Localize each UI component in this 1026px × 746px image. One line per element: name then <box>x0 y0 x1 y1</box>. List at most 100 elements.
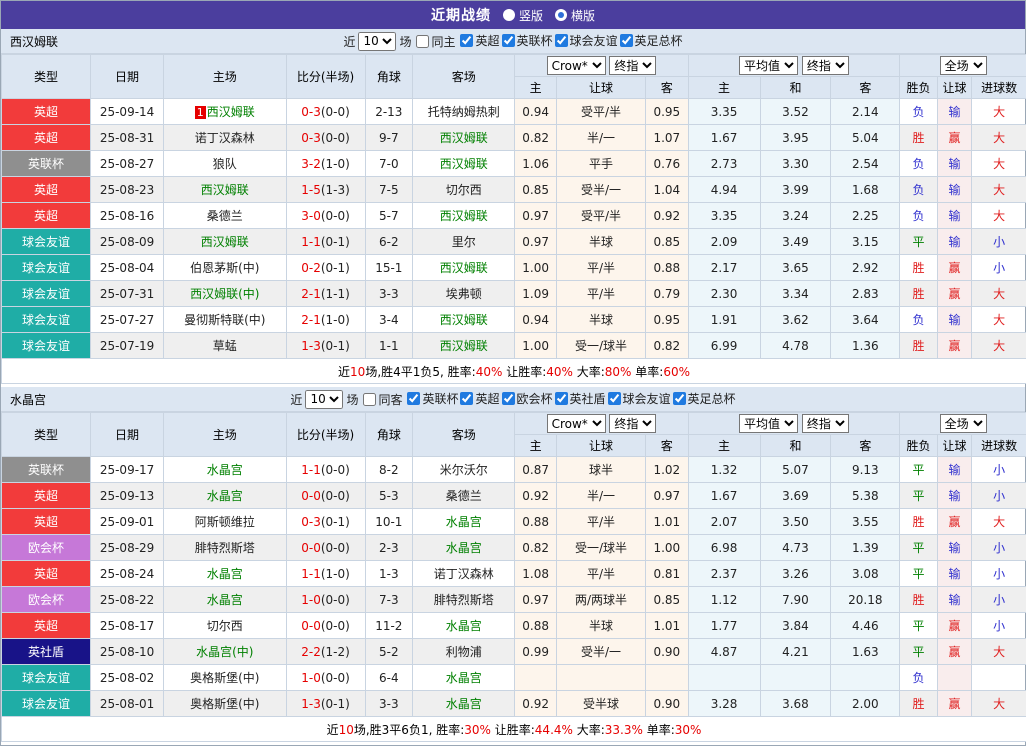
league-filter-checkbox[interactable]: 球会友谊 <box>608 390 671 407</box>
fulltime-score: 1-1 <box>301 235 321 249</box>
average-odds-select[interactable]: 平均值 <box>739 414 798 433</box>
away-team-name: 西汉姆联 <box>440 313 488 327</box>
avg-odds-draw: 3.50 <box>760 509 831 535</box>
near-count-select[interactable]: 10 <box>305 390 343 409</box>
table-row: 球会友谊25-08-04伯恩茅斯(中)0-2(0-1)15-1西汉姆联1.00平… <box>2 255 1026 281</box>
avg-odds-home: 4.87 <box>688 639 760 665</box>
handicap-odds-home: 0.94 <box>515 99 557 125</box>
bookmaker-select[interactable]: Crow* <box>547 414 606 433</box>
odds-stage-select[interactable]: 终指 <box>609 414 656 433</box>
match-date: 25-08-09 <box>91 229 164 255</box>
league-checkbox-input[interactable] <box>407 392 420 405</box>
avg-odds-away: 9.13 <box>831 457 900 483</box>
away-team: 水晶宫 <box>413 665 515 691</box>
radio-icon <box>503 9 515 21</box>
halftime-score: (0-1) <box>321 235 350 249</box>
odds-stage-select[interactable]: 终指 <box>609 56 656 75</box>
scope-select[interactable]: 全场 <box>940 56 987 75</box>
type-badge: 球会友谊 <box>2 255 91 281</box>
layout-radio-vertical[interactable]: 竖版 <box>503 7 543 24</box>
average-stage-select[interactable]: 终指 <box>802 414 849 433</box>
handicap-odds-away: 0.95 <box>646 307 689 333</box>
layout-radio-horizontal[interactable]: 横版 <box>555 7 595 24</box>
corner-count: 1-3 <box>365 561 413 587</box>
goals-result: 小 <box>972 457 1026 483</box>
league-filter-checkbox[interactable]: 英社盾 <box>555 390 606 407</box>
away-team: 西汉姆联 <box>413 255 515 281</box>
handicap-result: 赢 <box>937 639 971 665</box>
league-checkbox-input[interactable] <box>608 392 621 405</box>
goals-result: 大 <box>972 203 1026 229</box>
corner-count: 3-3 <box>365 691 413 717</box>
scope-select[interactable]: 全场 <box>940 414 987 433</box>
avg-odds-away <box>831 665 900 691</box>
handicap-line: 半/一 <box>556 125 645 151</box>
col-date: 日期 <box>91 413 164 457</box>
league-checkbox-input[interactable] <box>502 392 515 405</box>
league-checkbox-input[interactable] <box>673 392 686 405</box>
fulltime-score: 0-2 <box>301 261 321 275</box>
summary-row: 近10场,胜3平6负1, 胜率:30% 让胜率:44.4% 大率:33.3% 单… <box>2 717 1026 742</box>
same-venue-checkbox-input[interactable] <box>363 393 376 406</box>
match-date: 25-07-19 <box>91 333 164 359</box>
handicap-line: 受一/球半 <box>556 333 645 359</box>
home-team: 奥格斯堡(中) <box>164 691 287 717</box>
league-filter-checkbox[interactable]: 英足总杯 <box>673 390 736 407</box>
home-team-name: 水晶宫 <box>207 489 243 503</box>
table-row: 英超25-09-141西汉姆联0-3(0-0)2-13托特纳姆热刺0.94受平/… <box>2 99 1026 125</box>
table-row: 英超25-08-24水晶宫1-1(1-0)1-3诺丁汉森林1.08平/半0.81… <box>2 561 1026 587</box>
handicap-odds-away: 1.01 <box>646 613 689 639</box>
bookmaker-select[interactable]: Crow* <box>547 56 606 75</box>
col-home: 主场 <box>164 413 287 457</box>
handicap-odds-home: 0.92 <box>515 691 557 717</box>
away-team-name: 西汉姆联 <box>440 157 488 171</box>
handicap-result: 输 <box>937 203 971 229</box>
home-team: 水晶宫 <box>164 483 287 509</box>
league-label: 欧会杯 <box>517 390 553 407</box>
away-team: 切尔西 <box>413 177 515 203</box>
league-checkbox-input[interactable] <box>460 34 473 47</box>
corner-count: 1-1 <box>365 333 413 359</box>
avg-odds-away: 2.54 <box>831 151 900 177</box>
league-filter-checkbox[interactable]: 英足总杯 <box>620 32 683 49</box>
col-corner: 角球 <box>365 55 413 99</box>
average-stage-select[interactable]: 终指 <box>802 56 849 75</box>
handicap-odds-away: 1.01 <box>646 509 689 535</box>
same-venue-checkbox[interactable]: 同主 <box>416 33 455 50</box>
league-checkbox-input[interactable] <box>620 34 633 47</box>
league-filter-checkbox[interactable]: 英超 <box>460 32 499 49</box>
league-label: 英超 <box>475 32 499 49</box>
handicap-odds-home: 1.09 <box>515 281 557 307</box>
fulltime-score: 1-0 <box>301 671 321 685</box>
league-checkbox-input[interactable] <box>502 34 515 47</box>
fulltime-score: 0-0 <box>301 489 321 503</box>
league-checkbox-input[interactable] <box>555 392 568 405</box>
subcol-avg-away: 客 <box>831 435 900 457</box>
halftime-score: (0-0) <box>321 619 350 633</box>
league-filter-checkbox[interactable]: 球会友谊 <box>555 32 618 49</box>
score: 0-3(0-0) <box>286 125 365 151</box>
handicap-group-header: Crow* 终指 <box>515 413 688 435</box>
league-filter-checkbox[interactable]: 英超 <box>460 390 499 407</box>
avg-odds-home: 1.12 <box>688 587 760 613</box>
league-filter-checkbox[interactable]: 欧会杯 <box>502 390 553 407</box>
away-team: 西汉姆联 <box>413 151 515 177</box>
match-date: 25-08-16 <box>91 203 164 229</box>
team-name: 西汉姆联 <box>10 33 58 50</box>
league-label: 英联杯 <box>422 390 458 407</box>
match-date: 25-08-29 <box>91 535 164 561</box>
match-result: 负 <box>900 177 937 203</box>
same-venue-checkbox[interactable]: 同客 <box>363 391 402 408</box>
league-checkbox-input[interactable] <box>555 34 568 47</box>
match-date: 25-08-01 <box>91 691 164 717</box>
same-venue-checkbox-input[interactable] <box>416 35 429 48</box>
average-odds-select[interactable]: 平均值 <box>739 56 798 75</box>
halftime-score: (0-0) <box>321 671 350 685</box>
avg-odds-home: 2.09 <box>688 229 760 255</box>
near-count-select[interactable]: 10 <box>358 32 396 51</box>
handicap-odds-home: 0.85 <box>515 177 557 203</box>
league-filter-checkbox[interactable]: 英联杯 <box>407 390 458 407</box>
league-filter-checkbox[interactable]: 英联杯 <box>502 32 553 49</box>
away-team: 西汉姆联 <box>413 125 515 151</box>
league-checkbox-input[interactable] <box>460 392 473 405</box>
